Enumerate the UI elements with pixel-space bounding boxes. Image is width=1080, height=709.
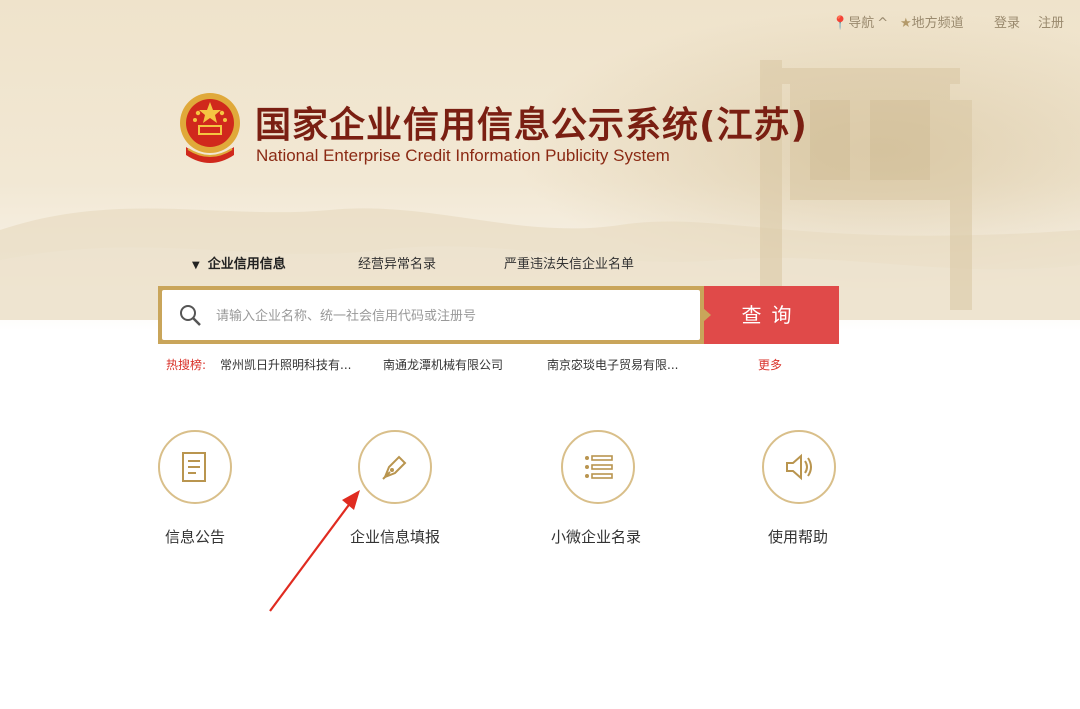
- chevron-up-icon: ^: [877, 16, 889, 31]
- more-link[interactable]: 更多: [758, 356, 782, 373]
- tab-abnormal-list[interactable]: 经营异常名录: [358, 253, 436, 272]
- nav-link[interactable]: 📍导航 ^: [832, 12, 888, 31]
- page-subtitle: National Enterprise Credit Information P…: [256, 146, 670, 165]
- feature-label: 使用帮助: [768, 528, 829, 546]
- national-emblem-icon: [180, 93, 240, 163]
- speaker-icon: [786, 453, 812, 481]
- login-link[interactable]: 登录: [994, 12, 1020, 31]
- document-icon: [182, 452, 206, 482]
- search-button[interactable]: 查询: [703, 286, 839, 344]
- pen-icon: [382, 455, 407, 480]
- annotation-arrow: [269, 490, 360, 612]
- search-box: [158, 286, 704, 344]
- page-title: 国家企业信用信息公示系统(江苏): [255, 105, 808, 146]
- monument-background: [760, 60, 972, 310]
- hot-search-label: 热搜榜:: [166, 358, 207, 372]
- star-icon: ★: [900, 16, 912, 31]
- search-input[interactable]: [214, 300, 688, 332]
- location-pin-icon: 📍: [832, 16, 849, 31]
- hot-search-item[interactable]: 南通龙潭机械有限公司: [383, 356, 503, 373]
- top-links: 📍导航 ^ ★地方频道 登录 注册: [814, 12, 1074, 31]
- tab-blacklist[interactable]: 严重违法失信企业名单: [504, 253, 634, 272]
- feature-label: 小微企业名录: [551, 528, 642, 546]
- hot-search-item[interactable]: 南京宓琰电子贸易有限...: [547, 356, 678, 373]
- tab-enterprise-credit[interactable]: ▼ 企业信用信息: [192, 253, 286, 272]
- feature-label: 信息公告: [165, 528, 226, 546]
- register-link[interactable]: 注册: [1038, 12, 1064, 31]
- hot-search-item[interactable]: 常州凯日升照明科技有...: [220, 356, 351, 373]
- local-channel-link[interactable]: ★地方频道: [900, 12, 964, 31]
- list-icon: [585, 455, 613, 479]
- caret-down-icon: ▼: [192, 260, 200, 271]
- search-icon: [180, 305, 201, 326]
